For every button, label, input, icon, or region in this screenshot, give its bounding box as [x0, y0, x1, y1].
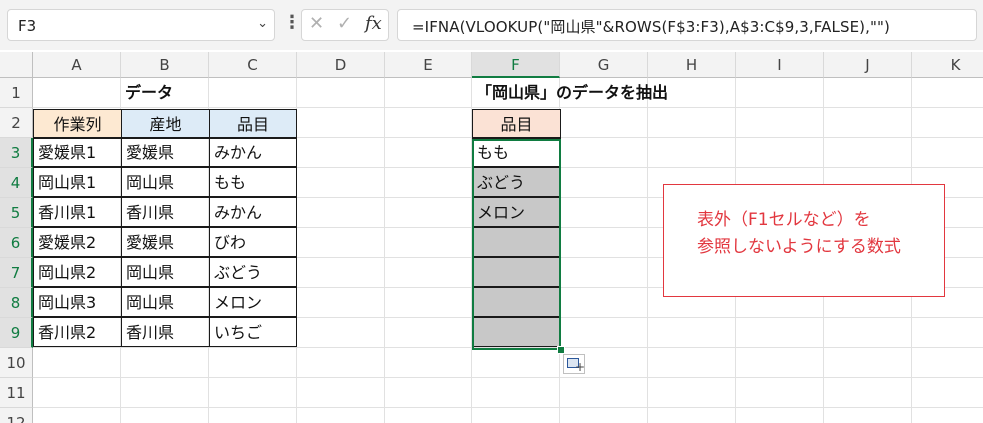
table-cell[interactable]: 岡山県	[121, 167, 210, 197]
table-cell[interactable]: 愛媛県	[121, 137, 210, 167]
table-cell[interactable]: 岡山県2	[33, 257, 122, 287]
table-cell[interactable]: 岡山県3	[33, 287, 122, 317]
table-cell[interactable]: 岡山県1	[33, 167, 122, 197]
row-header-2[interactable]: 2	[0, 108, 33, 138]
table-cell[interactable]: 愛媛県	[121, 227, 210, 257]
extract-cell[interactable]	[472, 257, 561, 287]
table-cell[interactable]: 香川県1	[33, 197, 122, 227]
row-header-4[interactable]: 4	[0, 168, 33, 198]
data-title: データ	[125, 83, 174, 102]
column-header-c[interactable]: C	[209, 52, 297, 78]
row-header-10[interactable]: 10	[0, 348, 33, 378]
extract-cell[interactable]	[472, 287, 561, 317]
column-header-a[interactable]: A	[33, 52, 121, 78]
extract-cell[interactable]: メロン	[472, 197, 561, 227]
select-all-corner[interactable]	[0, 52, 33, 78]
autofill-options-icon[interactable]: +	[563, 354, 585, 374]
chevron-down-icon[interactable]: ⌄	[257, 16, 268, 31]
header-item[interactable]: 品目	[209, 109, 297, 139]
checkmark-icon[interactable]: ✓	[337, 13, 352, 34]
table-cell[interactable]: メロン	[209, 287, 297, 317]
row-header-6[interactable]: 6	[0, 228, 33, 258]
formula-bar: F3 ⌄ ⋮ ✕ ✓ fx =IFNA(VLOOKUP("岡山県"&ROWS(F…	[0, 0, 983, 50]
note-text: 表外（F1セルなど）を 参照しないようにする数式	[697, 207, 901, 261]
table-cell[interactable]: 愛媛県2	[33, 227, 122, 257]
fill-handle[interactable]	[557, 346, 565, 354]
row-header-12[interactable]: 12	[0, 408, 33, 423]
header-work-column[interactable]: 作業列	[33, 109, 122, 139]
vertical-dots-icon[interactable]: ⋮	[283, 12, 301, 33]
table-cell[interactable]: びわ	[209, 227, 297, 257]
row-header-5[interactable]: 5	[0, 198, 33, 228]
table-cell[interactable]: 香川県	[121, 197, 210, 227]
extract-cell[interactable]: もも	[472, 137, 561, 167]
header-origin[interactable]: 産地	[121, 109, 210, 139]
gridline	[384, 78, 385, 423]
spreadsheet-grid: ABCDEFGHIJK 1 2 3 4 5 6 7 8 9 10 11 12 データ 「岡山県」のデー…	[0, 50, 983, 423]
table-cell[interactable]: 岡山県	[121, 287, 210, 317]
table-cell[interactable]: 香川県2	[33, 317, 122, 347]
row-header-7[interactable]: 7	[0, 258, 33, 288]
formula-action-buttons: ✕ ✓ fx	[301, 9, 389, 41]
table-cell[interactable]: もも	[209, 167, 297, 197]
table-cell[interactable]: 岡山県	[121, 257, 210, 287]
extract-title: 「岡山県」のデータを抽出	[476, 83, 669, 102]
table-cell[interactable]: ぶどう	[209, 257, 297, 287]
table-cell[interactable]: 香川県	[121, 317, 210, 347]
column-header-e[interactable]: E	[385, 52, 472, 78]
note-textbox[interactable]: 表外（F1セルなど）を 参照しないようにする数式	[663, 184, 945, 297]
column-header-k[interactable]: K	[912, 52, 983, 78]
row-header-3[interactable]: 3	[0, 138, 33, 168]
row-header-1[interactable]: 1	[0, 78, 33, 108]
row-header-9[interactable]: 9	[0, 318, 33, 348]
note-line-1: 表外（F1セルなど）を	[697, 210, 871, 230]
table-cell[interactable]: みかん	[209, 137, 297, 167]
formula-input[interactable]: =IFNA(VLOOKUP("岡山県"&ROWS(F$3:F3),A$3:C$9…	[397, 9, 977, 41]
column-header-i[interactable]: I	[736, 52, 824, 78]
close-icon[interactable]: ✕	[309, 13, 324, 34]
table-cell[interactable]: みかん	[209, 197, 297, 227]
table-cell[interactable]: いちご	[209, 317, 297, 347]
column-header-b[interactable]: B	[121, 52, 209, 78]
column-header-h[interactable]: H	[648, 52, 736, 78]
gridline	[33, 407, 983, 408]
formula-text: =IFNA(VLOOKUP("岡山県"&ROWS(F$3:F3),A$3:C$9…	[412, 18, 890, 36]
note-line-2: 参照しないようにする数式	[697, 237, 901, 257]
fx-icon[interactable]: fx	[365, 13, 382, 34]
table-cell[interactable]: 愛媛県1	[33, 137, 122, 167]
extract-cell[interactable]	[472, 317, 561, 347]
extract-cell[interactable]: ぶどう	[472, 167, 561, 197]
row-header-11[interactable]: 11	[0, 378, 33, 408]
name-box[interactable]: F3 ⌄	[7, 9, 275, 41]
extract-header[interactable]: 品目	[472, 109, 561, 139]
column-header-j[interactable]: J	[824, 52, 912, 78]
row-header-8[interactable]: 8	[0, 288, 33, 318]
column-header-f[interactable]: F	[472, 52, 560, 78]
gridline	[33, 347, 983, 348]
extract-cell[interactable]	[472, 227, 561, 257]
name-box-value: F3	[18, 17, 37, 35]
gridline	[647, 78, 648, 423]
column-header-g[interactable]: G	[560, 52, 648, 78]
column-header-d[interactable]: D	[297, 52, 385, 78]
gridline	[33, 377, 983, 378]
